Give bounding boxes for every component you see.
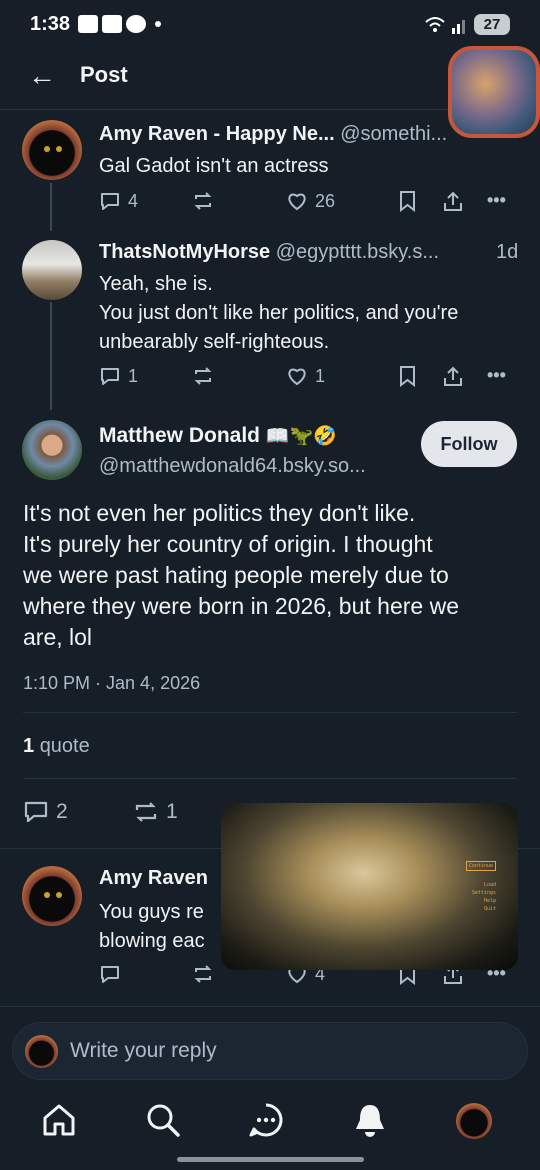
home-icon[interactable]: [41, 1102, 77, 1138]
thread-line: [50, 183, 52, 231]
share-icon: [444, 366, 462, 386]
bookmark-icon: [400, 191, 415, 212]
post-actions: 4 26 •••: [99, 190, 519, 216]
follow-button[interactable]: Follow: [421, 421, 517, 467]
post-author[interactable]: ThatsNotMyHorse @egyptttt.bsky.s...: [99, 241, 439, 264]
video-menu-text: Continue Load Settings Help Quit: [465, 861, 496, 913]
battery-indicator: 27: [474, 14, 510, 35]
post-time: 1d: [496, 241, 519, 263]
repost-icon: [135, 802, 157, 822]
post-text: Yeah, she is. You just don't like her po…: [99, 273, 459, 353]
page-title: Post: [80, 62, 128, 87]
divider: [23, 712, 517, 713]
wifi-signal-icon: [425, 17, 465, 34]
quote-count[interactable]: 1 quote: [23, 735, 90, 758]
bookmark-button[interactable]: [398, 190, 418, 212]
author-emojis: 📖🦖🤣: [265, 426, 337, 447]
reply-icon: [101, 368, 119, 385]
reply-placeholder[interactable]: Write your reply: [70, 1039, 217, 1063]
post-text: It's not even her politics they don't li…: [23, 500, 459, 650]
avatar: [25, 1035, 58, 1068]
status-time: 1:38: [30, 13, 71, 35]
notifications-bell-icon[interactable]: [352, 1102, 388, 1140]
reply-icon: [24, 801, 48, 823]
heart-icon: [288, 368, 306, 386]
picture-in-picture-game-video[interactable]: Continue Load Settings Help Quit: [221, 803, 518, 970]
like-button[interactable]: 1: [286, 365, 325, 387]
post-author[interactable]: Amy Raven: [99, 867, 208, 890]
picture-in-picture-video[interactable]: [448, 46, 540, 138]
share-button[interactable]: [442, 190, 464, 212]
chat-icon[interactable]: [248, 1102, 284, 1138]
repost-button[interactable]: 1: [133, 799, 178, 825]
facebook-icon: [126, 15, 146, 33]
reply-composer[interactable]: Write your reply: [12, 1022, 528, 1080]
like-button[interactable]: 26: [286, 190, 335, 212]
notification-dot-icon: [155, 21, 161, 27]
repost-button[interactable]: [192, 365, 214, 387]
share-icon: [444, 191, 462, 211]
heart-icon: [288, 193, 306, 211]
reply-button[interactable]: 2: [23, 799, 68, 825]
post-author[interactable]: Amy Raven - Happy Ne... @somethi...: [99, 123, 447, 146]
profile-avatar[interactable]: [456, 1103, 492, 1139]
post-author[interactable]: Matthew Donald 📖🦖🤣: [99, 424, 337, 448]
more-options-icon[interactable]: •••: [487, 190, 506, 211]
divider: [23, 778, 517, 779]
notification-icon: [102, 15, 122, 33]
avatar[interactable]: [22, 240, 82, 300]
reply-button[interactable]: 4: [99, 190, 138, 212]
thread-line: [50, 302, 52, 410]
back-arrow-icon[interactable]: ←: [28, 60, 56, 92]
status-bar: 1:38 27: [0, 0, 540, 50]
more-options-icon[interactable]: •••: [487, 365, 506, 386]
repost-icon: [194, 367, 212, 385]
reply-icon: [101, 193, 119, 210]
reply-button[interactable]: [99, 963, 121, 985]
post-text: You guys re blowing eac: [99, 901, 205, 952]
post-text: Gal Gadot isn't an actress: [99, 155, 329, 177]
share-button[interactable]: [442, 365, 464, 387]
reply-icon: [101, 966, 119, 983]
post-handle[interactable]: @matthewdonald64.bsky.so...: [99, 455, 366, 478]
repost-button[interactable]: [192, 190, 214, 212]
avatar[interactable]: [22, 120, 82, 180]
repost-button[interactable]: [192, 963, 214, 985]
bookmark-button[interactable]: [398, 365, 418, 387]
avatar[interactable]: [22, 420, 82, 480]
notification-icon: [78, 15, 98, 33]
post-actions: 1 1 •••: [99, 365, 519, 391]
bookmark-icon: [400, 366, 415, 387]
post-timestamp: 1:10 PM · Jan 4, 2026: [23, 673, 201, 693]
home-indicator[interactable]: [177, 1157, 364, 1162]
search-icon[interactable]: [145, 1102, 181, 1138]
repost-icon: [194, 192, 212, 210]
avatar[interactable]: [22, 866, 82, 926]
reply-button[interactable]: 1: [99, 365, 138, 387]
divider: [0, 1006, 540, 1007]
repost-icon: [194, 965, 212, 983]
